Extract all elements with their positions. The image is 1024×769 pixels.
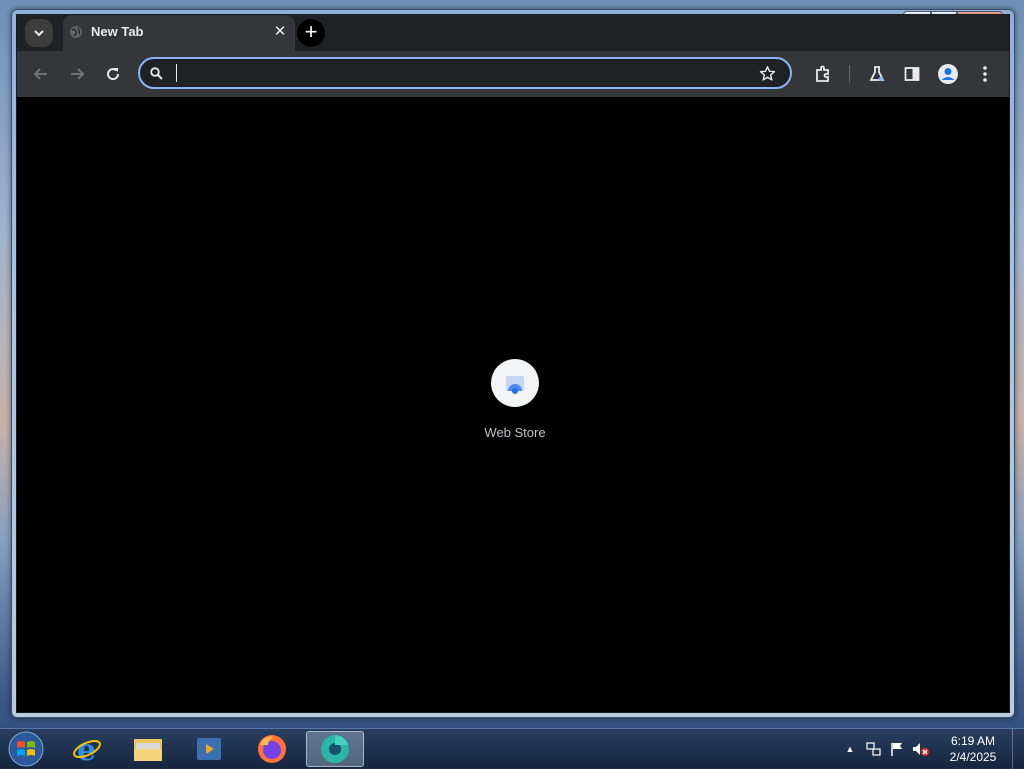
tab-search-button[interactable]: [25, 19, 53, 47]
plus-icon: +: [304, 19, 318, 44]
puzzle-icon: [816, 65, 829, 82]
taskbar-firefox[interactable]: [245, 731, 299, 767]
reload-icon: [107, 68, 120, 81]
taskbar: e ▲ 6:19 AM 2/4/2025: [0, 728, 1024, 769]
more-vertical-icon: [983, 66, 987, 82]
action-center-flag-icon[interactable]: [890, 741, 904, 757]
start-button[interactable]: [6, 730, 46, 768]
chevron-down-icon: [34, 30, 44, 37]
toolbar: [17, 51, 1009, 97]
address-input[interactable]: [174, 63, 738, 85]
firefox-icon: [258, 735, 286, 763]
taskbar-file-explorer[interactable]: [121, 731, 175, 767]
media-player-icon: [197, 738, 221, 760]
clock-time: 6:19 AM: [950, 734, 996, 748]
new-tab-page: Web Store: [17, 97, 1009, 712]
side-panel-button[interactable]: [900, 62, 924, 86]
show-desktop-button[interactable]: [1012, 729, 1024, 769]
internet-explorer-icon: e: [73, 733, 101, 765]
clock-date: 2/4/2025: [949, 750, 997, 764]
taskbar-clock[interactable]: 6:19 AM 2/4/2025: [944, 733, 1002, 765]
show-hidden-icons-button[interactable]: ▲: [842, 744, 858, 754]
extensions-button[interactable]: [811, 62, 835, 86]
address-bar[interactable]: [138, 57, 792, 89]
taskbar-internet-explorer[interactable]: e: [60, 731, 114, 767]
avatar-icon: [938, 64, 958, 84]
profile-button[interactable]: [936, 62, 960, 86]
svg-text:e: e: [77, 733, 96, 765]
close-tab-icon[interactable]: ✕: [271, 23, 289, 41]
volume-muted-icon[interactable]: [912, 741, 930, 757]
star-icon[interactable]: [759, 65, 776, 82]
taskbar-chrome-active[interactable]: [306, 731, 364, 767]
shortcut-web-store[interactable]: Web Store: [469, 359, 561, 449]
folder-icon: [134, 739, 162, 761]
labs-button[interactable]: [865, 62, 889, 86]
shortcut-label: Web Store: [484, 425, 546, 440]
taskbar-media-player[interactable]: [182, 731, 236, 767]
search-icon: [150, 67, 163, 80]
toolbar-divider: [849, 65, 850, 83]
flask-icon: [869, 66, 885, 82]
chrome-browser: New Tab ✕ + Web Store: [16, 14, 1010, 713]
system-tray: ▲: [842, 729, 930, 769]
globe-icon: [70, 26, 82, 38]
reload-button[interactable]: [101, 62, 125, 86]
tab-new-tab[interactable]: New Tab ✕: [63, 15, 295, 51]
back-button[interactable]: [29, 62, 53, 86]
network-icon[interactable]: [866, 741, 882, 757]
windows-logo-icon: [8, 731, 44, 767]
web-store-icon: [506, 376, 524, 394]
new-tab-button[interactable]: +: [297, 19, 325, 47]
arrow-left-icon: [33, 68, 47, 80]
chrome-app-icon: [321, 735, 349, 763]
arrow-right-icon: [71, 68, 85, 80]
forward-button[interactable]: [65, 62, 89, 86]
tab-strip: New Tab ✕ +: [17, 15, 1009, 51]
shortcut-tile: [491, 359, 539, 407]
tab-title: New Tab: [91, 24, 144, 39]
side-panel-icon: [904, 67, 920, 81]
menu-button[interactable]: [973, 62, 997, 86]
